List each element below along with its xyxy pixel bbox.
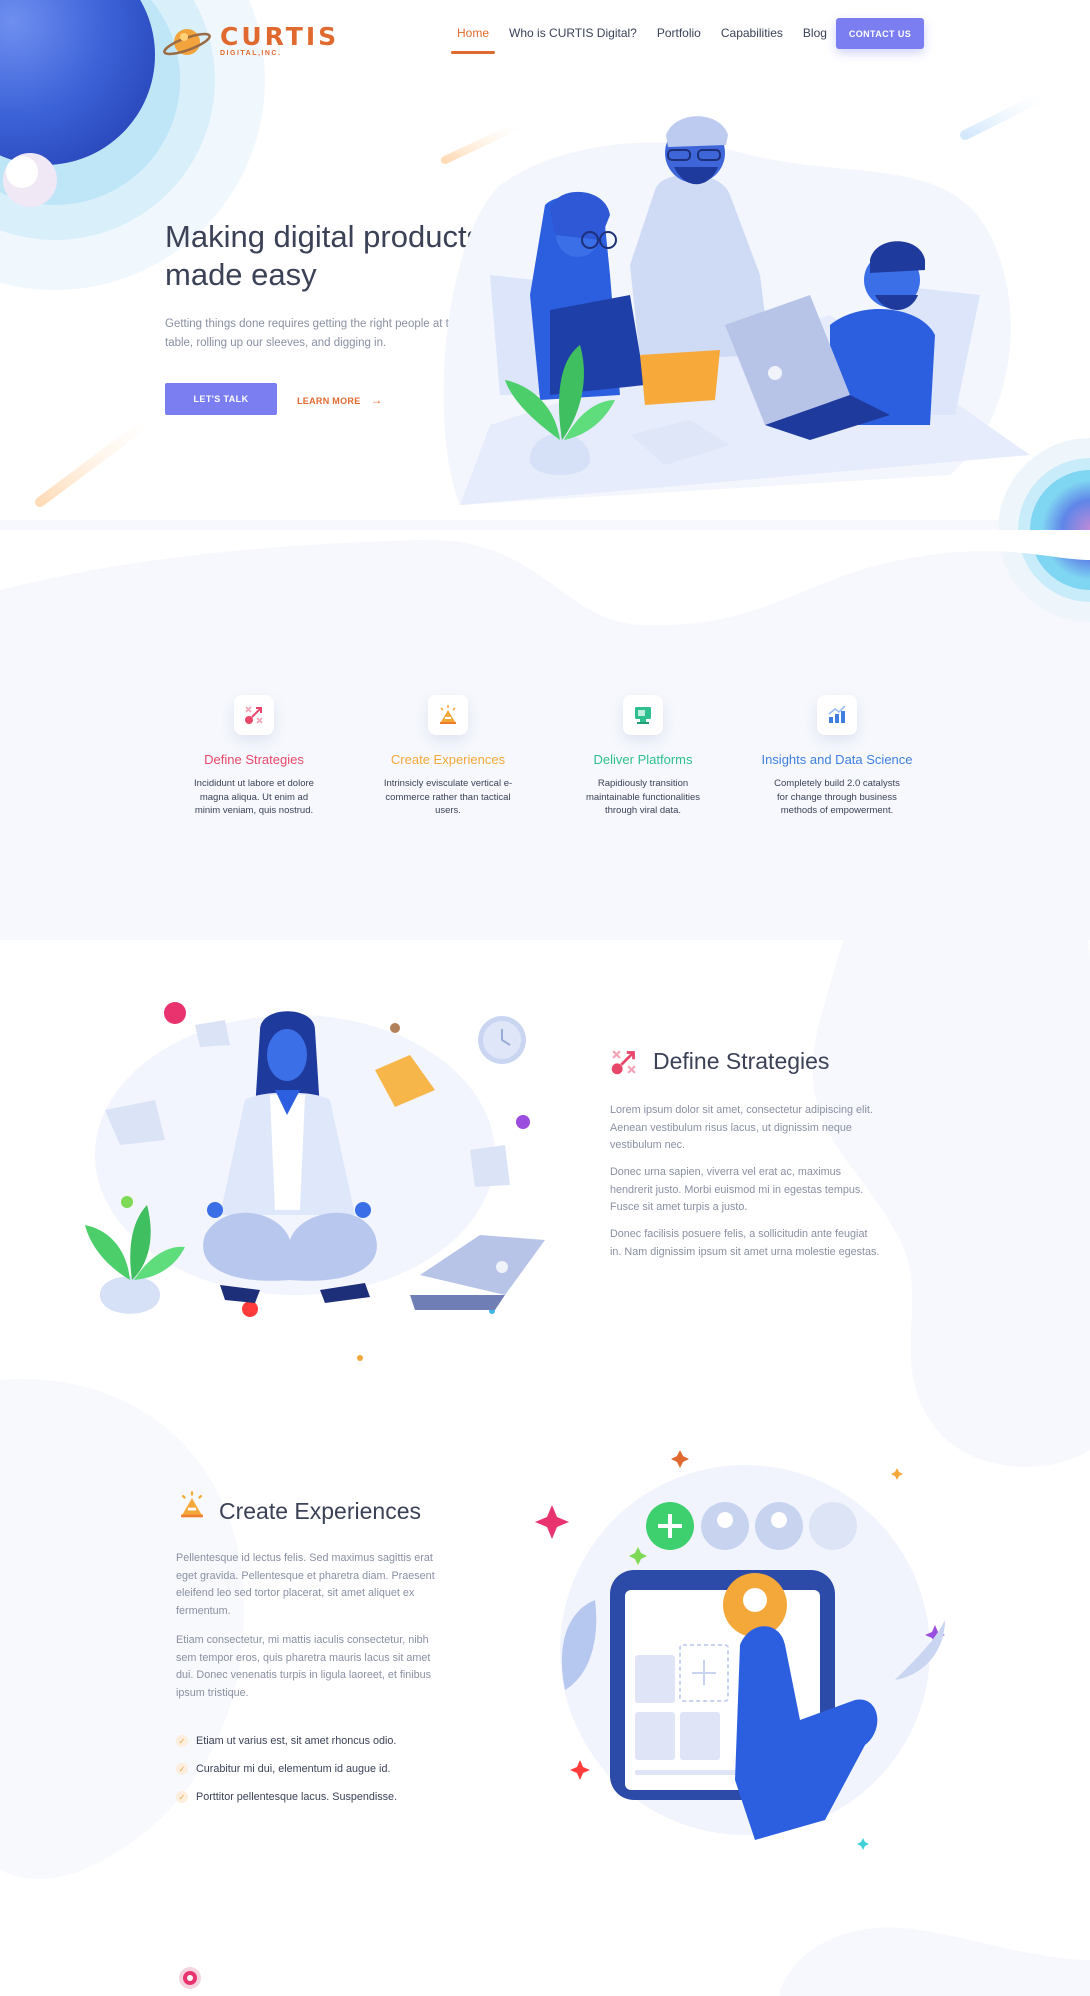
nav-item-capabilities[interactable]: Capabilities <box>721 26 783 40</box>
feature-text: Completely build 2.0 catalysts for chang… <box>774 778 900 816</box>
brand-logo[interactable]: CURTIS DIGITAL,INC. <box>162 20 336 60</box>
strategy-icon <box>611 1050 636 1075</box>
nav-item-blog[interactable]: Blog <box>803 26 827 40</box>
brand-name: CURTIS <box>220 22 340 51</box>
define-paragraph-2: Donec urna sapien, viverra vel erat ac, … <box>610 1166 864 1213</box>
list-item: ✓ Curabitur mi dui, elementum id augue i… <box>176 1755 397 1783</box>
platform-icon <box>623 695 663 735</box>
define-paragraph-3: Donec facilisis posuere felis, a sollici… <box>610 1228 880 1258</box>
learn-more-link[interactable]: LEARN MORE → <box>297 393 383 407</box>
create-experiences-title: Create Experiences <box>219 1498 421 1524</box>
nav-item-portfolio[interactable]: Portfolio <box>657 26 701 40</box>
experience-paragraph-2: Etiam consectetur, mi mattis iaculis con… <box>176 1634 432 1699</box>
feature-title: Deliver Platforms <box>593 752 693 767</box>
feature-create-experiences: Create Experiences Intrinsicly evisculat… <box>368 695 528 818</box>
define-paragraph-1: Lorem ipsum dolor sit amet, consectetur … <box>610 1104 873 1151</box>
contact-us-button[interactable]: CONTACT US <box>836 18 924 49</box>
list-item: ✓ Etiam ut varius est, sit amet rhoncus … <box>176 1727 397 1755</box>
feature-title: Create Experiences <box>390 752 506 767</box>
app-interaction-illustration <box>535 1450 945 1850</box>
experience-icon <box>181 1491 203 1518</box>
list-item: ✓ Porttitor pellentesque lacus. Suspendi… <box>176 1783 397 1811</box>
nav-item-home[interactable]: Home <box>450 26 496 54</box>
feature-insights-data-science: Insights and Data Science Completely bui… <box>757 695 917 818</box>
feature-define-strategies: Define Strategies Incididunt ut labore e… <box>174 695 334 818</box>
checklist-text: Curabitur mi dui, elementum id augue id. <box>196 1763 391 1775</box>
check-icon: ✓ <box>176 1763 188 1775</box>
experience-icon <box>428 695 468 735</box>
feature-text: Intrinsicly evisculate vertical e-commer… <box>383 778 513 816</box>
check-icon: ✓ <box>176 1791 188 1803</box>
chart-icon <box>817 695 857 735</box>
feature-title: Define Strategies <box>204 752 304 767</box>
strategy-icon <box>234 695 274 735</box>
check-icon: ✓ <box>176 1735 188 1747</box>
feature-title: Insights and Data Science <box>761 752 913 767</box>
planet-logo-icon <box>163 29 211 56</box>
checklist-text: Porttitor pellentesque lacus. Suspendiss… <box>196 1791 398 1803</box>
meditation-illustration <box>85 1002 545 1361</box>
team-meeting-illustration <box>443 116 1030 505</box>
feature-text: Rapidiously transition maintainable func… <box>585 778 701 816</box>
checklist-text: Etiam ut varius est, sit amet rhoncus od… <box>196 1735 397 1747</box>
feature-deliver-platforms: Deliver Platforms Rapidiously transition… <box>563 695 723 818</box>
experience-paragraph-1: Pellentesque id lectus felis. Sed maximu… <box>176 1552 435 1617</box>
arrow-right-icon: → <box>370 393 383 407</box>
main-nav: Home Who is CURTIS Digital? Portfolio Ca… <box>450 26 847 54</box>
brand-tagline: DIGITAL,INC. <box>220 50 282 57</box>
define-strategies-title: Define Strategies <box>653 1048 830 1074</box>
learn-more-label: LEARN MORE <box>297 396 361 406</box>
experience-checklist: ✓ Etiam ut varius est, sit amet rhoncus … <box>176 1727 397 1811</box>
lets-talk-button[interactable]: LET'S TALK <box>165 383 277 415</box>
nav-item-who-is-curtis[interactable]: Who is CURTIS Digital? <box>509 26 637 40</box>
feature-text: Incididunt ut labore et dolore magna ali… <box>194 778 314 816</box>
